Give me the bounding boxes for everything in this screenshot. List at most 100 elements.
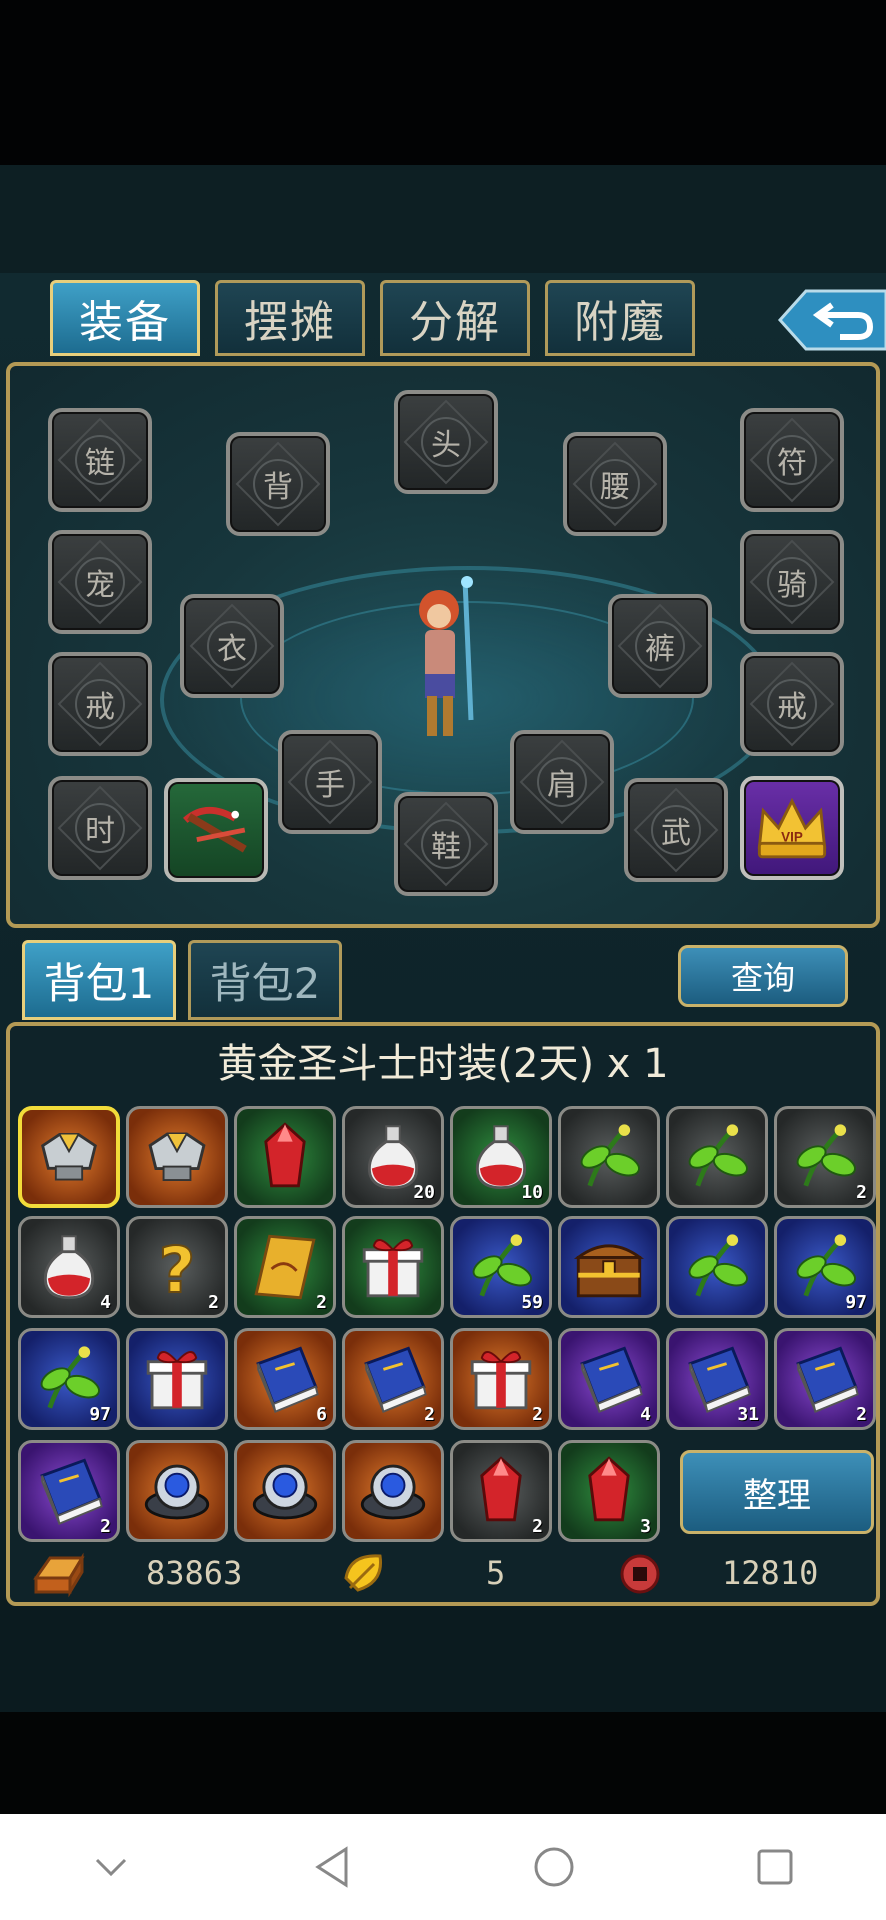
- item-count: 97: [845, 1292, 867, 1313]
- bag-slot-10[interactable]: ? 2: [126, 1216, 228, 1318]
- tab-stall[interactable]: 摆摊: [215, 280, 365, 356]
- sort-button[interactable]: 整理: [680, 1450, 874, 1534]
- coin-amount: 12810: [722, 1554, 819, 1592]
- bag-slot-29[interactable]: 2: [450, 1440, 552, 1542]
- bag-slot-17[interactable]: 97: [18, 1328, 120, 1430]
- equip-slot-clothes[interactable]: 衣: [180, 594, 284, 698]
- leaf-amount: 5: [486, 1554, 506, 1592]
- treasure-chest-icon: [573, 1244, 645, 1298]
- equip-slot-shoes[interactable]: 鞋: [394, 792, 498, 896]
- nav-collapse-button[interactable]: [71, 1827, 151, 1907]
- gold-amount: 83863: [146, 1554, 243, 1592]
- equip-slot-head[interactable]: 头: [394, 390, 498, 494]
- gold-ingot-icon: [33, 1552, 85, 1598]
- nav-home-button[interactable]: [514, 1827, 594, 1907]
- svg-text:?: ?: [159, 1233, 196, 1307]
- item-count: 10: [521, 1182, 543, 1203]
- bag-slot-4[interactable]: 20: [342, 1106, 444, 1208]
- bag-slot-28[interactable]: [342, 1440, 444, 1542]
- status-area: [0, 0, 886, 165]
- bag-slot-9[interactable]: 4: [18, 1216, 120, 1318]
- nav-recents-button[interactable]: [735, 1827, 815, 1907]
- bag-slot-21[interactable]: 2: [450, 1328, 552, 1430]
- item-count: 2: [100, 1516, 111, 1537]
- equip-slot-crossbow[interactable]: [164, 778, 268, 882]
- triangle-back-icon: [315, 1846, 348, 1888]
- square-recents-icon: [757, 1849, 793, 1885]
- herb-icon: [580, 1124, 640, 1187]
- herb-icon: [688, 1124, 748, 1187]
- tab-bag-1[interactable]: 背包1: [22, 940, 176, 1020]
- bag-slot-19[interactable]: 6: [234, 1328, 336, 1430]
- bag-slot-25[interactable]: 2: [18, 1440, 120, 1542]
- chevron-down-icon: [95, 1858, 126, 1877]
- tab-decompose[interactable]: 分解: [380, 280, 530, 356]
- bag-slot-14[interactable]: [558, 1216, 660, 1318]
- equip-slot-rune[interactable]: 符: [740, 408, 844, 512]
- bag-slot-24[interactable]: 2: [774, 1328, 876, 1430]
- equip-slot-waist[interactable]: 腰: [563, 432, 667, 536]
- nav-back-button[interactable]: [292, 1827, 372, 1907]
- item-count: 2: [532, 1516, 543, 1537]
- vip-crown-icon: VIP: [757, 797, 827, 859]
- vip-slot[interactable]: VIP: [740, 776, 844, 880]
- item-count: 2: [856, 1404, 867, 1425]
- bag-slot-7[interactable]: [666, 1106, 768, 1208]
- bag-slot-18[interactable]: [126, 1328, 228, 1430]
- gift-box-icon: [146, 1351, 208, 1410]
- bag-slot-6[interactable]: [558, 1106, 660, 1208]
- equip-slot-ring-left[interactable]: 戒: [48, 652, 152, 756]
- back-arrow-icon: [777, 289, 886, 351]
- svg-text:VIP: VIP: [781, 829, 803, 844]
- item-count: 3: [640, 1516, 651, 1537]
- bag-slot-15[interactable]: [666, 1216, 768, 1318]
- equip-slot-weapon[interactable]: 武: [624, 778, 728, 882]
- item-count: 97: [89, 1404, 111, 1425]
- back-button[interactable]: [776, 285, 886, 355]
- equip-slot-ring-right[interactable]: 戒: [740, 652, 844, 756]
- bag-slot-23[interactable]: 31: [666, 1328, 768, 1430]
- tab-bag-2[interactable]: 背包2: [188, 940, 342, 1020]
- equip-slot-hand[interactable]: 手: [278, 730, 382, 834]
- bag-slot-2[interactable]: [126, 1106, 228, 1208]
- armor-icon: [41, 1133, 97, 1181]
- item-count: 2: [532, 1404, 543, 1425]
- red-gem-icon: [264, 1122, 306, 1188]
- bag-slot-1[interactable]: [18, 1106, 120, 1208]
- bag-slot-20[interactable]: 2: [342, 1328, 444, 1430]
- bag-slot-22[interactable]: 4: [558, 1328, 660, 1430]
- equip-slot-fashion[interactable]: 时: [48, 776, 152, 880]
- game-bottom-area: [0, 1600, 886, 1712]
- bag-slot-11[interactable]: 2: [234, 1216, 336, 1318]
- bag-slot-3[interactable]: [234, 1106, 336, 1208]
- hero-sprite: [419, 576, 474, 736]
- bag-slot-8[interactable]: 2: [774, 1106, 876, 1208]
- equip-slot-mount[interactable]: 骑: [740, 530, 844, 634]
- item-count: 2: [316, 1292, 327, 1313]
- bag-slot-30[interactable]: 3: [558, 1440, 660, 1542]
- bag-slot-13[interactable]: 59: [450, 1216, 552, 1318]
- bag-slot-5[interactable]: 10: [450, 1106, 552, 1208]
- bag-slot-12[interactable]: [342, 1216, 444, 1318]
- blue-orb-icon: [360, 1464, 426, 1520]
- equip-slot-back[interactable]: 背: [226, 432, 330, 536]
- selected-item-title: 黄金圣斗士时装(2天) x 1: [217, 1041, 669, 1087]
- system-nav-bar: [0, 1814, 886, 1920]
- equip-slot-chain[interactable]: 链: [48, 408, 152, 512]
- blue-orb-icon: [144, 1464, 210, 1520]
- equip-slot-pants[interactable]: 裤: [608, 594, 712, 698]
- tab-equipment[interactable]: 装备: [50, 280, 200, 356]
- item-count: 2: [208, 1292, 219, 1313]
- coin-icon: [620, 1554, 660, 1594]
- bag-slot-27[interactable]: [234, 1440, 336, 1542]
- leaf-icon: [344, 1554, 383, 1592]
- equip-slot-pet[interactable]: 宠: [48, 530, 152, 634]
- bag-slot-16[interactable]: 97: [774, 1216, 876, 1318]
- tab-enchant[interactable]: 附魔: [545, 280, 695, 356]
- item-count: 59: [521, 1292, 543, 1313]
- bag-slot-26[interactable]: [126, 1440, 228, 1542]
- item-count: 4: [640, 1404, 651, 1425]
- query-button[interactable]: 查询: [678, 945, 848, 1007]
- equip-slot-shoulder[interactable]: 肩: [510, 730, 614, 834]
- item-count: 2: [856, 1182, 867, 1203]
